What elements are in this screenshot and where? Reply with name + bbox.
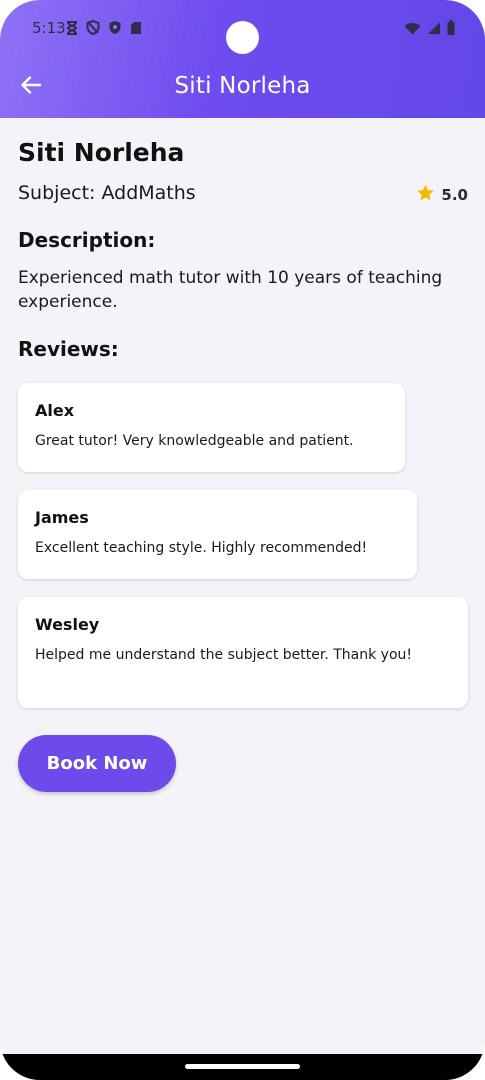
book-now-button[interactable]: Book Now xyxy=(18,735,176,792)
review-card: James Excellent teaching style. Highly r… xyxy=(18,490,417,579)
tutor-subject: Subject: AddMaths xyxy=(18,182,196,204)
cellular-signal-icon xyxy=(427,20,441,39)
shield-icon xyxy=(86,19,100,39)
status-bar: 5:13 xyxy=(0,0,485,58)
header: 5:13 Siti Norleha xyxy=(0,0,485,118)
star-icon xyxy=(416,184,435,206)
tutor-rating: 5.0 xyxy=(416,184,468,206)
review-text: Great tutor! Very knowledgeable and pati… xyxy=(35,433,354,449)
home-indicator[interactable] xyxy=(185,1064,300,1069)
review-text: Helped me understand the subject better.… xyxy=(35,647,412,663)
description-heading: Description: xyxy=(18,228,156,252)
description-text: Experienced math tutor with 10 years of … xyxy=(18,268,443,312)
review-card: Wesley Helped me understand the subject … xyxy=(18,597,468,708)
tutor-name: Siti Norleha xyxy=(18,138,185,167)
status-icons-right xyxy=(404,20,455,39)
reviews-heading: Reviews: xyxy=(18,337,119,361)
review-author: Alex xyxy=(35,401,75,420)
rating-value: 5.0 xyxy=(441,186,468,204)
system-nav-bar xyxy=(0,1054,485,1080)
camera-cutout xyxy=(226,21,259,54)
status-icons-left xyxy=(66,19,142,39)
hourglass-icon xyxy=(66,20,78,39)
status-time: 5:13 xyxy=(32,19,66,37)
review-text: Excellent teaching style. Highly recomme… xyxy=(35,540,368,556)
security-shield-icon xyxy=(108,20,122,39)
review-card: Alex Great tutor! Very knowledgeable and… xyxy=(18,383,405,472)
app-bar: Siti Norleha xyxy=(0,62,485,114)
phone-screen: 5:13 Siti Norleha Siti Norleha Subject: … xyxy=(0,0,485,1080)
wifi-icon xyxy=(404,20,421,39)
battery-icon xyxy=(447,20,455,39)
app-bar-title: Siti Norleha xyxy=(174,73,311,99)
review-author: Wesley xyxy=(35,615,100,634)
review-author: James xyxy=(35,508,89,527)
sd-card-icon xyxy=(130,20,142,39)
